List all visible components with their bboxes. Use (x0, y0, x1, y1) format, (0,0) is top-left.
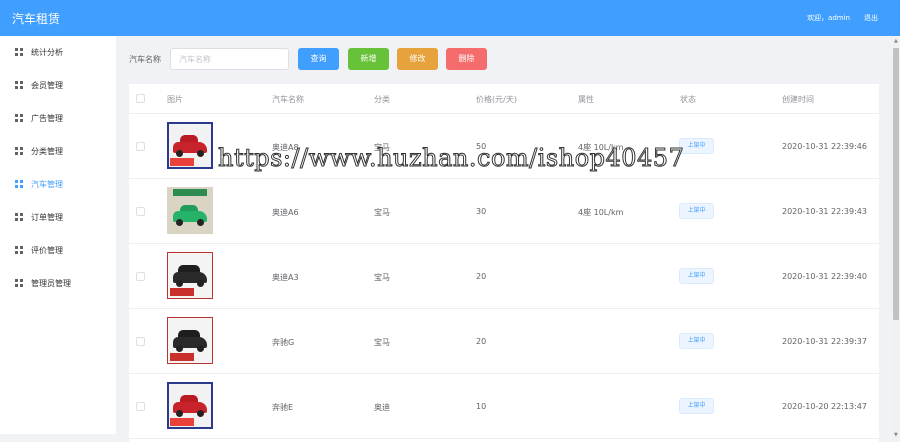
sidebar-item-cars[interactable]: 汽车管理 (0, 168, 116, 201)
created-time: 2020-10-31 22:39:40 (782, 272, 867, 281)
car-name: 奔驰E (272, 403, 294, 412)
sidebar-item-label: 汽车管理 (31, 180, 63, 189)
created-time: 2020-10-20 22:13:47 (782, 402, 867, 411)
row-checkbox[interactable] (136, 337, 145, 346)
car-name-label: 汽车名称 (129, 55, 161, 64)
car-price: 20 (476, 337, 487, 346)
table-row[interactable]: 奔驰G 宝马 20 上架中 2020-10-31 22:39:37 (129, 309, 879, 374)
created-time: 2020-10-31 22:39:46 (782, 142, 867, 151)
created-time: 2020-10-31 22:39:43 (782, 207, 867, 216)
vertical-scrollbar[interactable]: ▲ ▼ (892, 36, 900, 442)
grid-icon (15, 279, 23, 287)
search-button[interactable]: 查询 (298, 48, 339, 70)
sidebar-item-reviews[interactable]: 评价管理 (0, 234, 116, 267)
column-header-name: 汽车名称 (272, 95, 304, 104)
column-header-attribute: 属性 (578, 95, 594, 104)
status-badge: 上架中 (679, 203, 714, 219)
add-button[interactable]: 新增 (348, 48, 389, 70)
sidebar-item-label: 管理员管理 (31, 279, 71, 288)
car-price: 10 (476, 402, 487, 411)
red-suv-icon (167, 382, 213, 429)
grid-icon (15, 48, 23, 56)
logout-link[interactable]: 退出 (864, 13, 878, 23)
car-category: 宝马 (374, 143, 390, 152)
car-name: 奥迪A3 (272, 273, 299, 282)
welcome-text: 欢迎，admin (807, 14, 850, 22)
status-badge: 上架中 (679, 398, 714, 414)
edit-button[interactable]: 修改 (397, 48, 438, 70)
sidebar-item-label: 评价管理 (31, 246, 63, 255)
sidebar-item-label: 订单管理 (31, 213, 63, 222)
car-category: 宝马 (374, 273, 390, 282)
car-attribute: 4座 10L/km (578, 208, 624, 217)
column-header-created: 创建时间 (782, 95, 814, 104)
grid-icon (15, 213, 23, 221)
select-all-checkbox[interactable] (136, 94, 145, 103)
sidebar-item-categories[interactable]: 分类管理 (0, 135, 116, 168)
grid-icon (15, 180, 23, 188)
column-header-status: 状态 (680, 95, 696, 104)
sidebar-item-label: 会员管理 (31, 81, 63, 90)
car-name: 奥迪A8 (272, 143, 299, 152)
sidebar-item-members[interactable]: 会员管理 (0, 69, 116, 102)
row-checkbox[interactable] (136, 142, 145, 151)
top-header: 汽车租赁 欢迎，admin 退出 (0, 0, 900, 36)
black-suv-icon (167, 252, 213, 299)
table-row[interactable]: 奔驰E 奥迪 10 上架中 2020-10-20 22:13:47 (129, 374, 879, 439)
scroll-up-icon[interactable]: ▲ (894, 38, 898, 44)
black-suv-icon (167, 317, 213, 364)
sidebar-item-orders[interactable]: 订单管理 (0, 201, 116, 234)
table-header: 图片 汽车名称 分类 价格(元/天) 属性 状态 创建时间 (129, 84, 879, 114)
red-suv-icon (167, 122, 213, 169)
table-row[interactable]: 奥迪A3 宝马 20 上架中 2020-10-31 22:39:40 (129, 244, 879, 309)
created-time: 2020-10-31 22:39:37 (782, 337, 867, 346)
car-name: 奔驰G (272, 338, 295, 347)
status-badge: 上架中 (679, 333, 714, 349)
table-row[interactable]: 奥迪A8 宝马 50 4座 10L/km 上架中 2020-10-31 22:3… (129, 114, 879, 179)
sidebar-item-ads[interactable]: 广告管理 (0, 102, 116, 135)
car-price: 30 (476, 207, 487, 216)
car-price: 50 (476, 142, 487, 151)
table-row[interactable]: 奥迪A6 宝马 30 4座 10L/km 上架中 2020-10-31 22:3… (129, 179, 879, 244)
column-header-price: 价格(元/天) (476, 95, 517, 104)
column-header-image: 图片 (167, 95, 183, 104)
car-name: 奥迪A6 (272, 208, 299, 217)
green-sports-car-icon (167, 187, 213, 234)
car-attribute: 4座 10L/km (578, 143, 624, 152)
row-checkbox[interactable] (136, 272, 145, 281)
grid-icon (15, 246, 23, 254)
row-checkbox[interactable] (136, 402, 145, 411)
row-checkbox[interactable] (136, 207, 145, 216)
sidebar: 统计分析 会员管理 广告管理 分类管理 汽车管理 订单管理 评价管理 管理员管理 (0, 36, 116, 434)
grid-icon (15, 81, 23, 89)
scrollbar-thumb[interactable] (893, 48, 899, 320)
sidebar-item-admins[interactable]: 管理员管理 (0, 267, 116, 300)
car-category: 宝马 (374, 208, 390, 217)
car-category: 宝马 (374, 338, 390, 347)
grid-icon (15, 147, 23, 155)
delete-button[interactable]: 删除 (446, 48, 487, 70)
status-badge: 上架中 (679, 138, 714, 154)
scroll-down-icon[interactable]: ▼ (894, 432, 898, 438)
main-content: 汽车名称 查询 新增 修改 删除 图片 汽车名称 分类 价格(元/天) 属性 状… (116, 36, 892, 442)
sidebar-item-label: 统计分析 (31, 48, 63, 57)
car-name-input[interactable] (170, 48, 289, 70)
column-header-category: 分类 (374, 95, 390, 104)
car-category: 奥迪 (374, 403, 390, 412)
sidebar-item-label: 分类管理 (31, 147, 63, 156)
sidebar-item-label: 广告管理 (31, 114, 63, 123)
app-title: 汽车租赁 (12, 12, 61, 26)
status-badge: 上架中 (679, 268, 714, 284)
grid-icon (15, 114, 23, 122)
car-price: 20 (476, 272, 487, 281)
car-table: 图片 汽车名称 分类 价格(元/天) 属性 状态 创建时间 奥迪A8 宝马 50… (129, 84, 879, 442)
sidebar-item-statistics[interactable]: 统计分析 (0, 36, 116, 69)
